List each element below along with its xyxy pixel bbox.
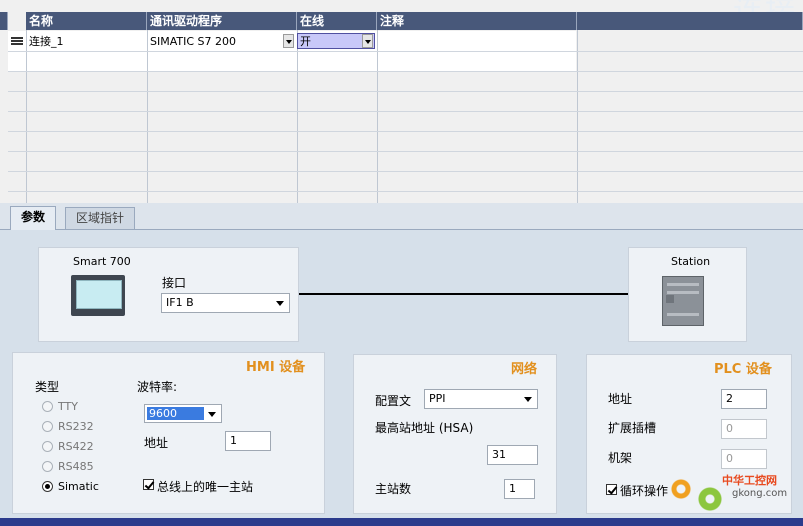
interface-value: IF1 B — [166, 296, 194, 309]
cell-connection-name[interactable]: 连接_1 — [26, 32, 146, 52]
type-radio-rs232[interactable] — [42, 421, 53, 432]
plc-station-name: Station — [671, 255, 711, 268]
type-label: 类型 — [35, 380, 60, 394]
profile-value: PPI — [429, 392, 446, 405]
type-label-tty: TTY — [58, 400, 78, 413]
cell-comment[interactable] — [377, 32, 577, 52]
baud-value: 9600 — [147, 407, 204, 420]
hmi-panel-icon — [71, 275, 125, 316]
watermark-url: gkong.com — [732, 488, 788, 499]
chevron-down-icon — [524, 397, 532, 402]
row-divider — [8, 151, 803, 152]
cell-driver[interactable]: SIMATIC S7 200 — [147, 32, 282, 52]
column-header-online[interactable]: 在线 — [297, 12, 377, 30]
row-divider — [8, 131, 803, 132]
type-label-rs232: RS232 — [58, 420, 94, 433]
tab-area-pointers[interactable]: 区域指针 — [65, 207, 136, 229]
interface-label: 接口 — [162, 276, 187, 290]
expansion-slot-input[interactable]: 0 — [721, 419, 767, 439]
profile-label: 配置文 — [375, 394, 412, 408]
column-divider — [577, 30, 578, 203]
tab-parameters[interactable]: 参数 — [10, 206, 57, 230]
connections-editor: 连接 名称 通讯驱动程序 在线 注释 连接_1 SIMATIC S7 200 开… — [0, 0, 803, 526]
plc-panel-title: PLC 设备 — [714, 362, 772, 377]
network-panel-title: 网络 — [511, 362, 538, 377]
baud-label: 波特率: — [137, 380, 178, 394]
status-strip — [0, 518, 803, 526]
row-divider — [8, 71, 803, 72]
only-master-checkbox[interactable] — [143, 479, 154, 490]
type-radio-rs485[interactable] — [42, 461, 53, 472]
chevron-down-icon — [208, 412, 216, 417]
hmi-address-label: 地址 — [144, 436, 169, 450]
type-label-simatic: Simatic — [58, 480, 99, 493]
row-divider — [8, 171, 803, 172]
chevron-down-icon — [276, 301, 284, 306]
cyclic-operation-checkbox[interactable] — [606, 484, 617, 495]
hmi-address-input[interactable]: 1 — [225, 431, 271, 451]
gear-icon — [697, 486, 723, 512]
rack-label: 机架 — [608, 451, 633, 465]
hsa-label: 最高站地址 (HSA) — [375, 421, 474, 435]
column-divider — [377, 30, 378, 203]
type-radio-simatic[interactable] — [42, 481, 53, 492]
row-divider — [8, 91, 803, 92]
row-selector-icon[interactable] — [11, 37, 23, 47]
masters-label: 主站数 — [375, 482, 412, 496]
row-divider — [8, 111, 803, 112]
column-divider — [297, 30, 298, 203]
plc-address-input[interactable]: 2 — [721, 389, 767, 409]
cyclic-operation-label: 循环操作 — [620, 484, 669, 498]
row-header-corner — [0, 12, 8, 30]
hsa-input[interactable]: 31 — [487, 445, 538, 465]
plc-device-icon — [662, 276, 704, 326]
row-divider — [8, 191, 803, 192]
profile-select[interactable]: PPI — [424, 389, 538, 409]
driver-dropdown-icon[interactable] — [283, 34, 294, 48]
masters-input[interactable]: 1 — [504, 479, 535, 499]
connections-table: 连接 名称 通讯驱动程序 在线 注释 连接_1 SIMATIC S7 200 开 — [0, 0, 803, 203]
table-row-empty[interactable] — [8, 51, 576, 71]
hmi-panel-title: HMI 设备 — [246, 360, 306, 375]
column-divider — [147, 30, 148, 203]
type-label-rs485: RS485 — [58, 460, 94, 473]
cell-online[interactable]: 开 — [297, 32, 357, 52]
watermark-brand: 中华工控网 — [722, 474, 777, 487]
gear-icon — [670, 478, 692, 500]
only-master-label: 总线上的唯一主站 — [157, 480, 254, 494]
online-dropdown-icon[interactable] — [362, 34, 373, 48]
expansion-slot-label: 扩展插槽 — [608, 421, 657, 435]
tab-divider — [0, 229, 803, 230]
column-header-filler — [577, 12, 803, 30]
column-divider — [26, 30, 27, 203]
interface-select[interactable]: IF1 B — [161, 293, 290, 313]
connection-line — [299, 293, 628, 295]
column-header-comment[interactable]: 注释 — [377, 12, 577, 30]
hmi-device-name: Smart 700 — [73, 255, 131, 268]
baud-select[interactable]: 9600 — [144, 404, 222, 423]
type-radio-rs422[interactable] — [42, 441, 53, 452]
plc-address-label: 地址 — [608, 392, 633, 406]
type-label-rs422: RS422 — [58, 440, 94, 453]
rack-input[interactable]: 0 — [721, 449, 767, 469]
type-radio-tty[interactable] — [42, 401, 53, 412]
column-header-name[interactable]: 名称 — [26, 12, 147, 30]
column-header-driver[interactable]: 通讯驱动程序 — [147, 12, 297, 30]
